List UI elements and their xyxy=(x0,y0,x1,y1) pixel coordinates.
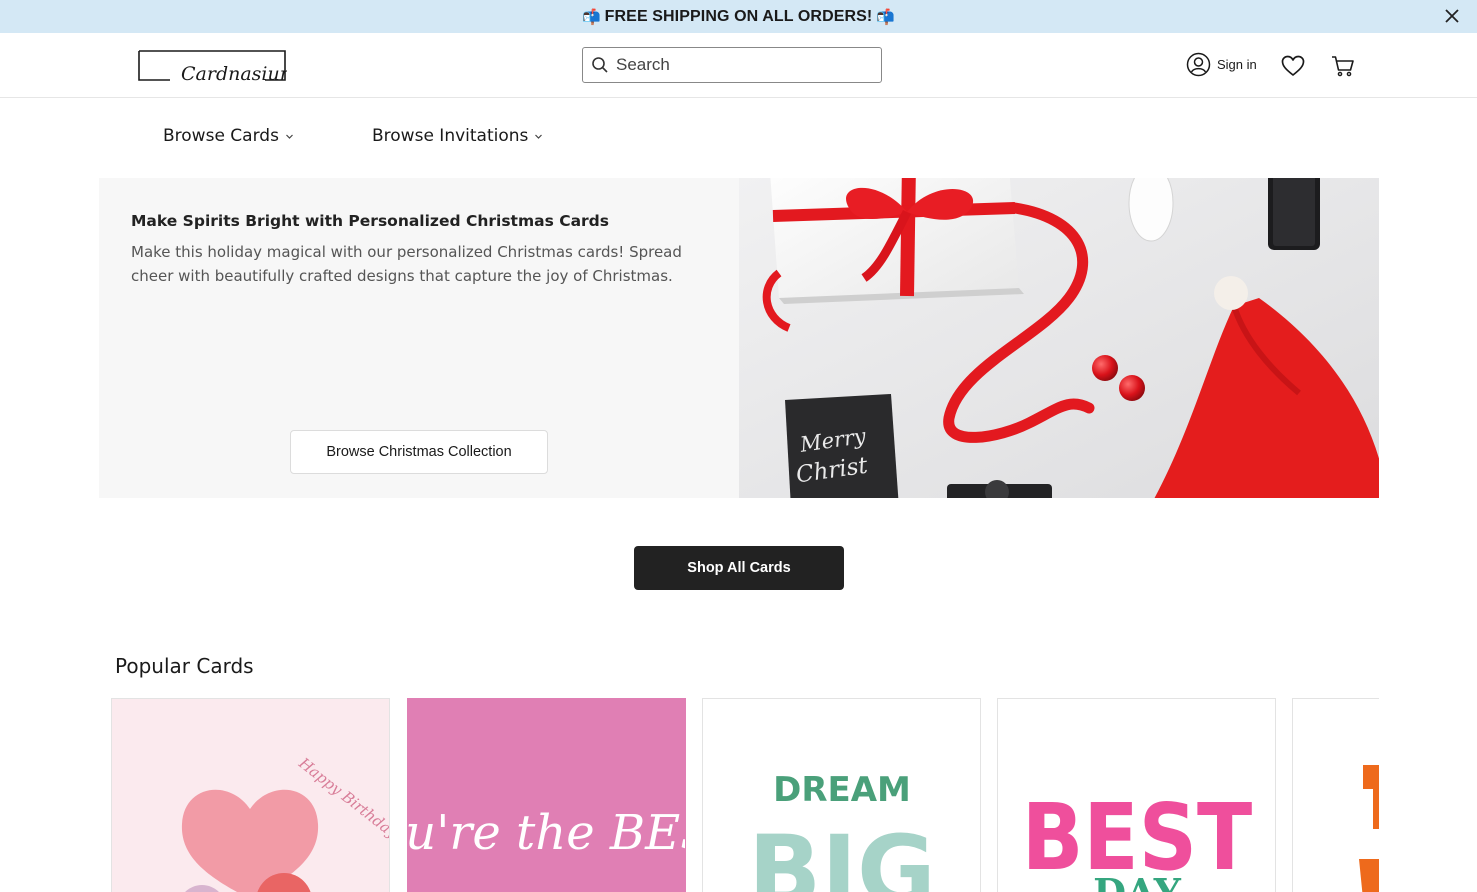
nav-browse-invitations[interactable]: Browse Invitations xyxy=(372,126,543,146)
nav-label: Browse Cards xyxy=(163,126,279,146)
logo[interactable]: Cardnasium xyxy=(137,48,287,88)
nav-browse-cards[interactable]: Browse Cards xyxy=(163,126,294,146)
site-header: Cardnasium Sign in xyxy=(0,33,1477,98)
svg-text:Cardnasium: Cardnasium xyxy=(181,63,287,85)
close-icon[interactable] xyxy=(1443,7,1461,25)
hero-title: Make Spirits Bright with Personalized Ch… xyxy=(131,212,609,230)
card-item[interactable]: You're the BEST xyxy=(407,698,686,892)
search-box[interactable] xyxy=(582,47,882,83)
promo-text: FREE SHIPPING ON ALL ORDERS! xyxy=(604,7,873,25)
hero-banner: Make Spirits Bright with Personalized Ch… xyxy=(99,178,1379,498)
card-text-bottom: BIG xyxy=(748,815,936,892)
browse-christmas-button[interactable]: Browse Christmas Collection xyxy=(290,430,548,474)
mailbox-icon: 📬 xyxy=(581,7,601,26)
card-item[interactable] xyxy=(1292,698,1379,892)
chevron-down-icon xyxy=(286,134,293,139)
cart-icon[interactable] xyxy=(1330,53,1356,79)
popular-cards-heading: Popular Cards xyxy=(115,654,254,678)
shop-all-cards-button[interactable]: Shop All Cards xyxy=(634,546,844,590)
search-icon xyxy=(592,57,608,73)
card-text: You're the BEST xyxy=(408,805,686,861)
main-nav: Browse Cards Browse Invitations xyxy=(0,98,1477,178)
mailbox-icon: 📬 xyxy=(876,7,896,26)
user-icon xyxy=(1186,52,1211,77)
heart-icon[interactable] xyxy=(1280,53,1306,79)
popular-cards-carousel: Happy Birthday You're the BEST DREAM BIG… xyxy=(111,698,1379,892)
chevron-down-icon xyxy=(535,134,543,139)
hero-description: Make this holiday magical with our perso… xyxy=(131,243,682,285)
nav-label: Browse Invitations xyxy=(372,126,529,146)
card-item[interactable]: BEST DAY xyxy=(997,698,1276,892)
card-item[interactable]: Happy Birthday xyxy=(111,698,390,892)
promo-banner: 📬 FREE SHIPPING ON ALL ORDERS! 📬 xyxy=(0,0,1477,33)
card-text-top: DREAM xyxy=(773,770,911,810)
card-text-bottom: DAY xyxy=(1093,870,1182,892)
card-item[interactable]: DREAM BIG xyxy=(702,698,981,892)
sign-in-link[interactable]: Sign in xyxy=(1186,52,1257,77)
hero-image: Merry Christ xyxy=(739,178,1379,498)
search-input[interactable] xyxy=(616,55,856,75)
sign-in-label: Sign in xyxy=(1217,57,1257,72)
